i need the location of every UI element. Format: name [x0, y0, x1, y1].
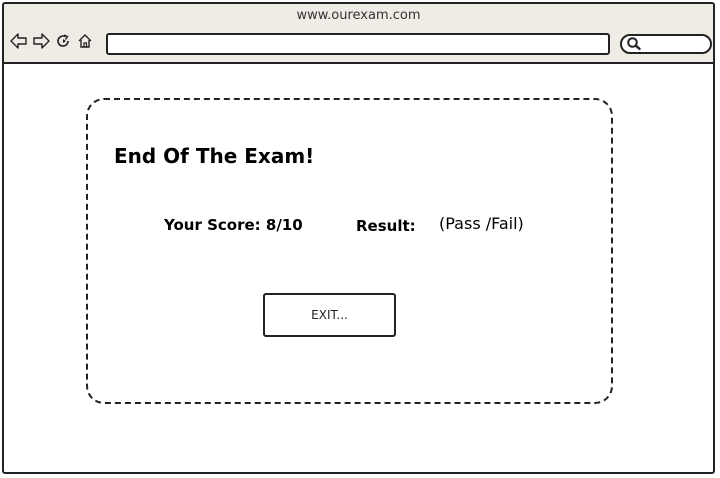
score-text: Your Score: 8/10 — [164, 216, 303, 234]
page-content: End Of The Exam! Your Score: 8/10 Result… — [4, 64, 713, 472]
browser-toolbar: www.ourexam.com — [4, 4, 713, 64]
browser-window: www.ourexam.com End Of The Exam! Your Sc… — [2, 2, 715, 474]
result-label: Result: — [356, 217, 416, 235]
window-title: www.ourexam.com — [296, 8, 421, 23]
home-icon[interactable] — [76, 32, 94, 50]
search-box[interactable] — [620, 34, 712, 54]
nav-controls — [10, 32, 94, 50]
forward-arrow-icon[interactable] — [32, 32, 50, 50]
address-bar[interactable] — [106, 33, 610, 55]
exit-button[interactable]: EXIT... — [263, 293, 396, 337]
back-arrow-icon[interactable] — [10, 32, 28, 50]
reload-icon[interactable] — [54, 32, 72, 50]
search-icon — [626, 35, 642, 54]
exam-result-panel: End Of The Exam! Your Score: 8/10 Result… — [86, 98, 613, 404]
page-title: End Of The Exam! — [114, 144, 315, 168]
result-value: (Pass /Fail) — [439, 214, 524, 233]
